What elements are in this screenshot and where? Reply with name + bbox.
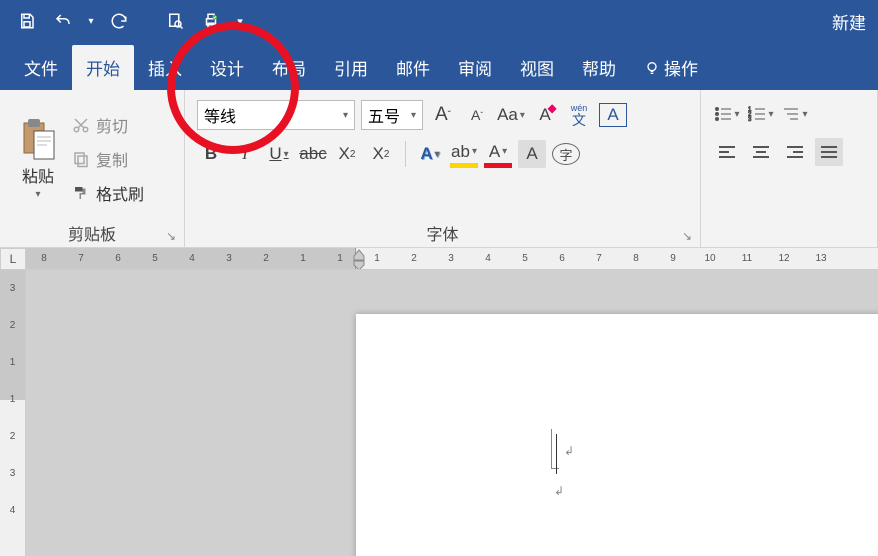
subscript-icon[interactable]: X2	[333, 140, 361, 168]
tab-tellme[interactable]: 操作	[630, 45, 712, 90]
grow-font-icon[interactable]: Aˇ	[429, 101, 457, 129]
numbering-icon[interactable]: 123	[747, 100, 775, 128]
copy-button[interactable]: 复制	[72, 147, 144, 171]
group-clipboard-label: 剪贴板	[68, 227, 116, 244]
chevron-down-icon: ▾	[411, 110, 416, 121]
tab-design[interactable]: 设计	[196, 45, 258, 90]
undo-dropdown-icon[interactable]: ▾	[84, 6, 98, 36]
bold-icon[interactable]: B	[197, 140, 225, 168]
char-shading-icon[interactable]: A	[518, 140, 546, 168]
undo-icon[interactable]	[48, 6, 78, 36]
superscript-icon[interactable]: X2	[367, 140, 395, 168]
underline-icon[interactable]: U	[265, 140, 293, 168]
qat-customize-icon[interactable]: ▾	[232, 6, 248, 36]
tab-help[interactable]: 帮助	[568, 45, 630, 90]
ribbon: 粘贴 ▾ 剪切 复制 格式刷 剪贴板 ↘	[0, 90, 878, 248]
group-paragraph: 123	[701, 90, 878, 247]
quick-access-toolbar: ▾ ▾ 新建	[0, 0, 878, 42]
tab-mailings[interactable]: 邮件	[382, 45, 444, 90]
save-icon[interactable]	[12, 6, 42, 36]
font-name-value: 等线	[204, 103, 236, 127]
tab-layout[interactable]: 布局	[258, 45, 320, 90]
font-name-combo[interactable]: 等线 ▾	[197, 100, 355, 130]
justify-icon[interactable]	[815, 138, 843, 166]
font-size-combo[interactable]: 五号 ▾	[361, 100, 423, 130]
document-area[interactable]: ↲ ↲	[26, 270, 878, 556]
vertical-ruler[interactable]: 3211234	[0, 270, 26, 556]
paragraph-mark-icon: ↲	[554, 484, 564, 498]
tab-review[interactable]: 审阅	[444, 45, 506, 90]
change-case-icon[interactable]: Aa	[497, 101, 525, 129]
font-color-icon[interactable]: A	[484, 140, 512, 168]
tab-home[interactable]: 开始	[72, 45, 134, 90]
phonetic-guide-icon[interactable]: wén 文	[565, 101, 593, 129]
highlight-icon[interactable]: ab	[450, 140, 478, 168]
paste-dropdown-icon[interactable]: ▾	[35, 189, 40, 200]
new-document-label[interactable]: 新建	[832, 9, 866, 34]
paste-label[interactable]: 粘贴	[22, 163, 54, 187]
print-preview-icon[interactable]	[160, 6, 190, 36]
horizontal-ruler[interactable]: 87654321112345678910111213	[26, 248, 878, 270]
multilevel-list-icon[interactable]	[781, 100, 809, 128]
strikethrough-icon[interactable]: abc	[299, 140, 327, 168]
tab-references[interactable]: 引用	[320, 45, 382, 90]
text-cursor	[556, 434, 557, 474]
chevron-down-icon: ▾	[343, 110, 348, 121]
font-size-value: 五号	[368, 103, 400, 127]
svg-text:3: 3	[748, 117, 752, 122]
quick-print-icon[interactable]	[196, 6, 226, 36]
bullets-icon[interactable]	[713, 100, 741, 128]
align-right-icon[interactable]	[781, 138, 809, 166]
char-border-icon[interactable]: A	[599, 103, 627, 127]
ruler-corner[interactable]: L	[0, 248, 26, 270]
format-painter-label: 格式刷	[96, 181, 144, 205]
paste-icon[interactable]	[20, 117, 56, 161]
tab-insert[interactable]: 插入	[134, 45, 196, 90]
group-clipboard: 粘贴 ▾ 剪切 复制 格式刷 剪贴板 ↘	[0, 90, 185, 247]
font-launcher-icon[interactable]: ↘	[680, 229, 694, 243]
shrink-font-icon[interactable]: Aˇ	[463, 101, 491, 129]
text-effects-icon[interactable]: A	[416, 140, 444, 168]
page: ↲ ↲	[356, 314, 878, 556]
copy-label: 复制	[96, 147, 128, 171]
align-left-icon[interactable]	[713, 138, 741, 166]
tab-tellme-label: 操作	[664, 55, 698, 80]
italic-icon[interactable]: I	[231, 140, 259, 168]
enclose-char-icon[interactable]: 字	[552, 143, 580, 165]
cut-button[interactable]: 剪切	[72, 113, 144, 137]
workspace: L 87654321112345678910111213 3211234 ↲ ↲	[0, 248, 878, 556]
clear-format-icon[interactable]: A◆	[531, 101, 559, 129]
tab-view[interactable]: 视图	[506, 45, 568, 90]
tab-file[interactable]: 文件	[10, 45, 72, 90]
ribbon-tabs: 文件 开始 插入 设计 布局 引用 邮件 审阅 视图 帮助 操作	[0, 42, 878, 90]
redo-icon[interactable]	[104, 6, 134, 36]
paragraph-mark-icon: ↲	[564, 444, 574, 458]
clipboard-launcher-icon[interactable]: ↘	[164, 229, 178, 243]
group-font-label: 字体	[426, 227, 458, 244]
align-center-icon[interactable]	[747, 138, 775, 166]
cut-label: 剪切	[96, 113, 128, 137]
group-font: 等线 ▾ 五号 ▾ Aˇ Aˇ Aa A◆ wén 文 A	[185, 90, 701, 247]
format-painter-button[interactable]: 格式刷	[72, 181, 144, 205]
